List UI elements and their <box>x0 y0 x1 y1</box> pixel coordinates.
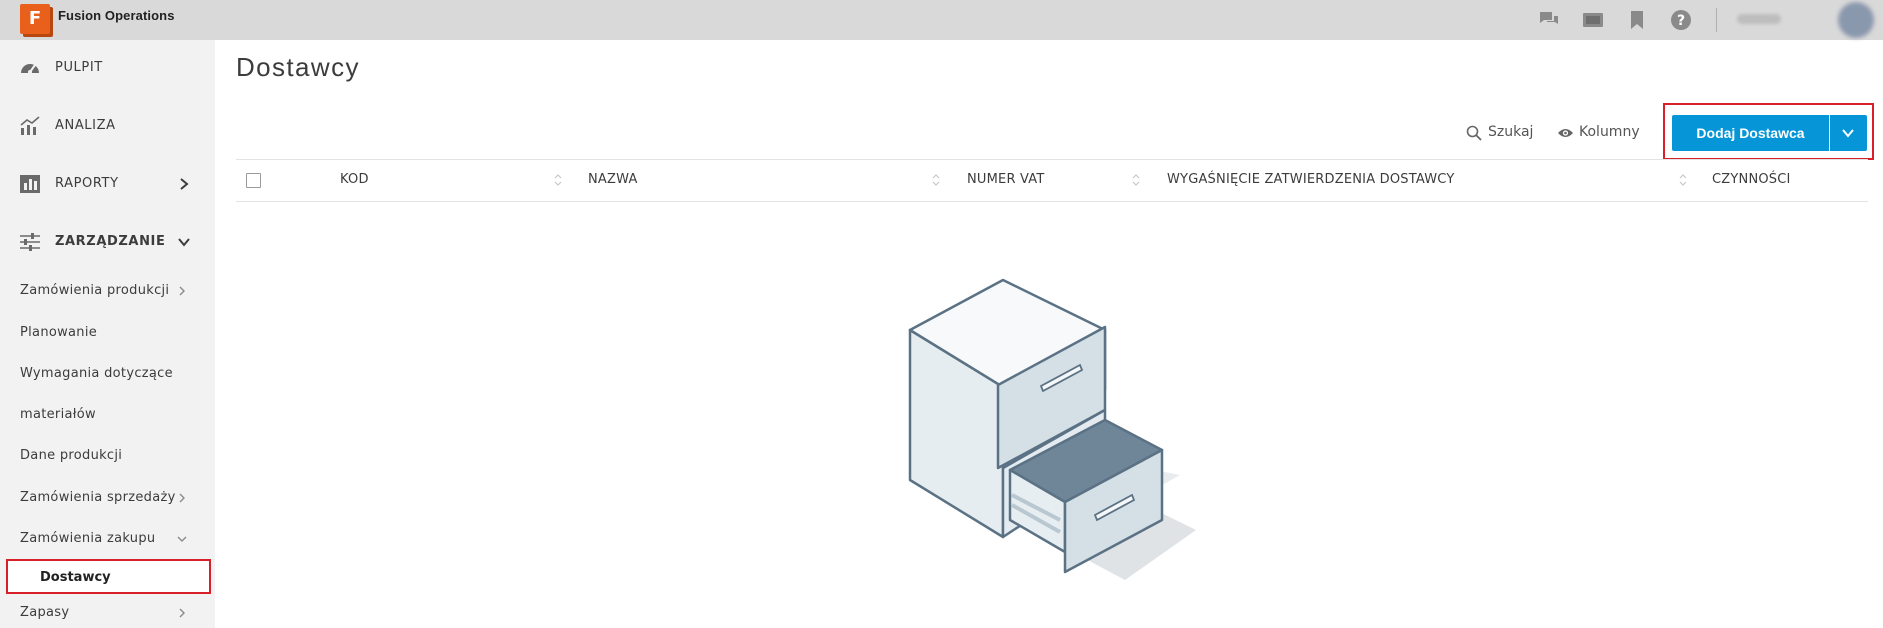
column-header-czynnosci: CZYNNOŚCI <box>1712 172 1791 187</box>
logo-letter: F <box>28 8 42 29</box>
app-logo[interactable]: F <box>20 4 50 34</box>
screen-icon[interactable] <box>1581 8 1605 32</box>
column-header-wygasniecie[interactable]: WYGAŚNIĘCIE ZATWIERDZENIA DOSTAWCY <box>1167 172 1454 187</box>
reports-icon <box>20 175 40 193</box>
chevron-down-icon <box>177 536 187 542</box>
sidebar-item-label: ZARZĄDZANIE <box>55 234 166 249</box>
sidebar-subitem-label: Wymagania dotyczące <box>20 366 173 381</box>
empty-cabinet-illustration <box>908 278 1196 580</box>
help-icon[interactable]: ? <box>1669 8 1693 32</box>
chevron-right-icon <box>180 178 189 190</box>
sort-icon[interactable] <box>931 172 941 188</box>
sidebar-subitem-zamowienia-sprzedazy[interactable]: Zamówienia sprzedaży <box>0 483 215 513</box>
column-header-numer-vat[interactable]: NUMER VAT <box>967 172 1045 187</box>
sidebar-subitem-label: Dostawcy <box>40 570 111 585</box>
sidebar-subitem-zamowienia-zakupu[interactable]: Zamówienia zakupu <box>0 524 215 554</box>
sidebar-subitem-label: Zapasy <box>20 605 70 620</box>
svg-text:?: ? <box>1677 13 1685 29</box>
sliders-icon <box>20 233 40 251</box>
sidebar-item-label: ANALIZA <box>55 118 116 133</box>
sidebar-subitem-zapasy[interactable]: Zapasy <box>0 598 215 628</box>
eye-icon <box>1558 129 1573 137</box>
sidebar-subitem-label: Zamówienia sprzedaży <box>20 490 176 505</box>
sidebar-item-raporty[interactable]: RAPORTY <box>0 164 215 204</box>
column-header-nazwa[interactable]: NAZWA <box>588 172 638 187</box>
sidebar-subitem-label: Dane produkcji <box>20 448 123 463</box>
bookmark-icon[interactable] <box>1625 8 1649 32</box>
analytics-icon <box>20 116 40 135</box>
sidebar: PULPIT ANALIZA RAPORTY ZARZĄDZANIE Zamów… <box>0 40 215 628</box>
select-all-checkbox[interactable] <box>246 173 261 188</box>
sidebar-item-label: RAPORTY <box>55 176 119 191</box>
app-title: Fusion Operations <box>58 8 175 23</box>
add-supplier-dropdown-button[interactable] <box>1830 115 1867 151</box>
chevron-down-icon <box>178 238 190 247</box>
chevron-right-icon <box>179 286 185 296</box>
sidebar-subitem-wymagania-line2[interactable]: materiałów <box>0 400 215 430</box>
sort-icon[interactable] <box>1678 172 1688 188</box>
sidebar-subitem-dane-produkcji[interactable]: Dane produkcji <box>0 441 215 471</box>
gauge-icon <box>21 64 39 74</box>
search-label: Szukaj <box>1488 124 1534 140</box>
sort-icon[interactable] <box>1131 172 1141 188</box>
sidebar-subitem-planowanie[interactable]: Planowanie <box>0 318 215 348</box>
sidebar-item-label: PULPIT <box>55 60 103 75</box>
sidebar-item-pulpit[interactable]: PULPIT <box>0 48 215 88</box>
chevron-right-icon <box>179 608 185 618</box>
table-header: KOD NAZWA NUMER VAT WYGAŚNIĘCIE ZATWIERD… <box>236 159 1868 202</box>
sidebar-subitem-label: Zamówienia produkcji <box>20 283 170 298</box>
sidebar-subitem-label: Zamówienia zakupu <box>20 531 156 546</box>
user-name[interactable] <box>1737 14 1781 24</box>
sidebar-subitem-label: materiałów <box>20 407 96 422</box>
columns-label: Kolumny <box>1579 124 1640 140</box>
top-bar: F Fusion Operations ? <box>0 0 1883 40</box>
sort-icon[interactable] <box>553 172 563 188</box>
avatar[interactable] <box>1838 2 1874 38</box>
chat-icon[interactable] <box>1537 8 1561 32</box>
sidebar-item-zarzadzanie[interactable]: ZARZĄDZANIE <box>0 222 215 262</box>
sidebar-item-analiza[interactable]: ANALIZA <box>0 106 215 146</box>
search-icon <box>1466 125 1482 141</box>
sidebar-subitem-label: Planowanie <box>20 325 98 340</box>
chevron-down-icon <box>1842 129 1854 138</box>
sidebar-subitem-wymagania[interactable]: Wymagania dotyczące <box>0 359 215 389</box>
sidebar-subitem-dostawcy[interactable]: Dostawcy <box>6 559 211 594</box>
page-title: Dostawcy <box>236 52 360 82</box>
column-header-kod[interactable]: KOD <box>340 172 369 187</box>
topbar-divider <box>1716 8 1717 32</box>
chevron-right-icon <box>179 493 185 503</box>
sidebar-subitem-zamowienia-produkcji[interactable]: Zamówienia produkcji <box>0 276 215 306</box>
add-supplier-button[interactable]: Dodaj Dostawca <box>1672 115 1829 151</box>
